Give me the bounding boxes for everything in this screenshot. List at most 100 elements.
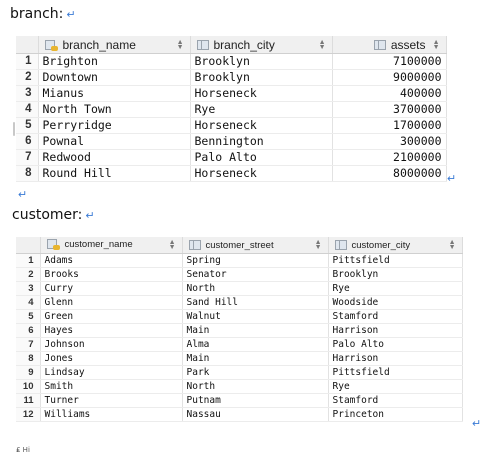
table-cell[interactable]: Rye <box>328 281 463 296</box>
table-row[interactable]: 1 Brighton Brooklyn 7100000 <box>16 53 447 70</box>
sort-icon[interactable]: ▲ ▼ <box>319 39 326 51</box>
table-cell[interactable]: Smith <box>40 379 183 394</box>
table-row[interactable]: 11 Turner Putnam Stamford <box>16 393 463 408</box>
table-cell[interactable]: Park <box>182 365 329 380</box>
table-cell[interactable]: Palo Alto <box>328 337 463 352</box>
table-row[interactable]: 4 Glenn Sand Hill Woodside <box>16 295 463 310</box>
table-cell[interactable]: Rye <box>328 379 463 394</box>
table-row[interactable]: 8 Round Hill Horseneck 8000000 <box>16 165 447 182</box>
row-index: 9 <box>16 365 41 380</box>
table-cell[interactable]: Johnson <box>40 337 183 352</box>
table-cell[interactable]: Senator <box>182 267 329 282</box>
sort-icon[interactable]: ▲ ▼ <box>169 239 176 251</box>
table-row[interactable]: 7 Johnson Alma Palo Alto <box>16 337 463 352</box>
table-cell[interactable]: Glenn <box>40 295 183 310</box>
table-cell[interactable]: North <box>182 281 329 296</box>
table-cell[interactable]: Main <box>182 351 329 366</box>
table-cell[interactable]: Alma <box>182 337 329 352</box>
table-row[interactable]: 10 Smith North Rye <box>16 379 463 394</box>
table-cell[interactable]: Mianus <box>38 85 191 102</box>
table-cell[interactable]: Brooks <box>40 267 183 282</box>
column-header-customer-city[interactable]: customer_city ▲ ▼ <box>328 237 463 254</box>
table-cell[interactable]: Adams <box>40 253 183 268</box>
row-index: 8 <box>16 351 41 366</box>
table-cell[interactable]: Jones <box>40 351 183 366</box>
table-row[interactable]: 6 Pownal Bennington 300000 <box>16 133 447 150</box>
table-cell[interactable]: 300000 <box>332 133 447 150</box>
table-cell[interactable]: Horseneck <box>190 117 333 134</box>
table-cell[interactable]: Lindsay <box>40 365 183 380</box>
table-cell[interactable]: Horseneck <box>190 165 333 182</box>
vertical-scrollbar[interactable] <box>13 122 15 136</box>
table-cell[interactable]: Green <box>40 309 183 324</box>
table-row[interactable]: 1 Adams Spring Pittsfield <box>16 253 463 268</box>
table-cell[interactable]: Palo Alto <box>190 149 333 166</box>
table-cell[interactable]: Putnam <box>182 393 329 408</box>
table-cell[interactable]: Curry <box>40 281 183 296</box>
table-row[interactable]: 8 Jones Main Harrison <box>16 351 463 366</box>
table-row[interactable]: 4 North Town Rye 3700000 <box>16 101 447 118</box>
sort-icon[interactable]: ▲ ▼ <box>177 39 184 51</box>
table-cell[interactable]: Bennington <box>190 133 333 150</box>
table-cell[interactable]: 8000000 <box>332 165 447 182</box>
column-header-branch-name[interactable]: branch_name ▲ ▼ <box>38 36 191 54</box>
column-header-customer-street[interactable]: customer_street ▲ ▼ <box>182 237 329 254</box>
table-cell[interactable]: Brighton <box>38 53 191 70</box>
table-cell[interactable]: Stamford <box>328 309 463 324</box>
sort-icon[interactable]: ▲ ▼ <box>433 39 440 51</box>
table-cell[interactable]: Sand Hill <box>182 295 329 310</box>
table-cell[interactable]: Pownal <box>38 133 191 150</box>
table-cell[interactable]: 400000 <box>332 85 447 102</box>
table-cell[interactable]: 3700000 <box>332 101 447 118</box>
table-row[interactable]: 3 Mianus Horseneck 400000 <box>16 85 447 102</box>
table-cell[interactable]: Turner <box>40 393 183 408</box>
table-cell[interactable]: Downtown <box>38 69 191 86</box>
table-row[interactable]: 7 Redwood Palo Alto 2100000 <box>16 149 447 166</box>
row-index-header <box>16 36 39 54</box>
table-cell[interactable]: 7100000 <box>332 53 447 70</box>
table-cell[interactable]: Princeton <box>328 407 463 422</box>
paragraph-mark-icon: ↵ <box>472 418 482 430</box>
table-cell[interactable]: Hayes <box>40 323 183 338</box>
sort-icon[interactable]: ▲ ▼ <box>449 239 456 251</box>
sort-icon[interactable]: ▲ ▼ <box>315 239 322 251</box>
table-cell[interactable]: Woodside <box>328 295 463 310</box>
table-row[interactable]: 2 Downtown Brooklyn 9000000 <box>16 69 447 86</box>
table-cell[interactable]: Rye <box>190 101 333 118</box>
table-cell[interactable]: Brooklyn <box>190 69 333 86</box>
table-cell[interactable]: Pittsfield <box>328 365 463 380</box>
table-row[interactable]: 9 Lindsay Park Pittsfield <box>16 365 463 380</box>
table-cell[interactable]: Main <box>182 323 329 338</box>
table-cell[interactable]: Redwood <box>38 149 191 166</box>
table-cell[interactable]: Harrison <box>328 351 463 366</box>
column-icon <box>196 40 209 51</box>
column-header-customer-name[interactable]: customer_name ▲ ▼ <box>40 237 183 254</box>
table-cell[interactable]: 9000000 <box>332 69 447 86</box>
table-row[interactable]: 3 Curry North Rye <box>16 281 463 296</box>
table-cell[interactable]: 2100000 <box>332 149 447 166</box>
table-cell[interactable]: North <box>182 379 329 394</box>
table-cell[interactable]: Horseneck <box>190 85 333 102</box>
table-cell[interactable]: Williams <box>40 407 183 422</box>
table-cell[interactable]: Stamford <box>328 393 463 408</box>
table-cell[interactable]: Walnut <box>182 309 329 324</box>
paragraph-mark-icon: ↵ <box>447 173 457 185</box>
table-cell[interactable]: Spring <box>182 253 329 268</box>
table-cell[interactable]: 1700000 <box>332 117 447 134</box>
table-cell[interactable]: Perryridge <box>38 117 191 134</box>
table-cell[interactable]: Brooklyn <box>328 267 463 282</box>
table-cell[interactable]: Harrison <box>328 323 463 338</box>
table-cell[interactable]: North Town <box>38 101 191 118</box>
table-row[interactable]: 5 Green Walnut Stamford <box>16 309 463 324</box>
table-cell[interactable]: Nassau <box>182 407 329 422</box>
table-row[interactable]: 12 Williams Nassau Princeton <box>16 407 463 422</box>
table-cell[interactable]: Pittsfield <box>328 253 463 268</box>
table-row[interactable]: 2 Brooks Senator Brooklyn <box>16 267 463 282</box>
column-header-label: branch_city <box>213 37 275 52</box>
table-row[interactable]: 5 Perryridge Horseneck 1700000 <box>16 117 447 134</box>
column-header-branch-city[interactable]: branch_city ▲ ▼ <box>190 36 333 54</box>
table-cell[interactable]: Round Hill <box>38 165 191 182</box>
table-cell[interactable]: Brooklyn <box>190 53 333 70</box>
column-header-assets[interactable]: assets ▲ ▼ <box>332 36 447 54</box>
table-row[interactable]: 6 Hayes Main Harrison <box>16 323 463 338</box>
